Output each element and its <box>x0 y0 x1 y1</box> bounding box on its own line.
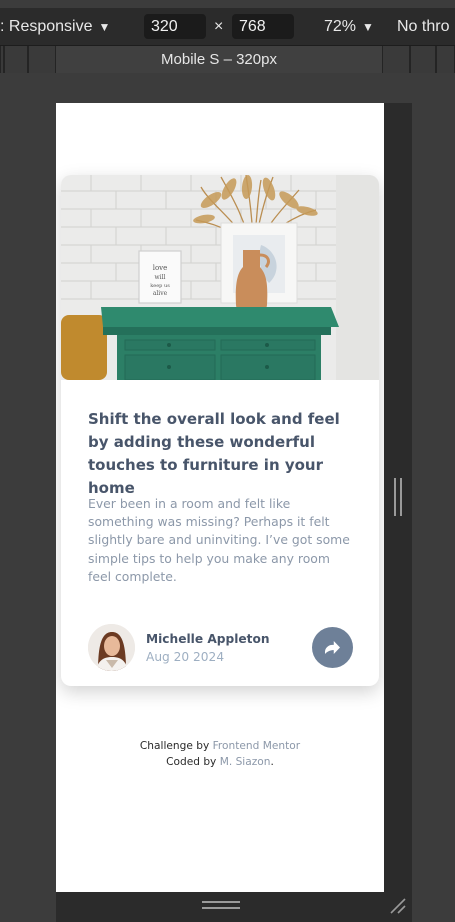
attribution-prefix: Challenge by <box>139 740 210 752</box>
height-input[interactable]: 768 <box>232 14 294 39</box>
dimensions-dropdown[interactable]: : Responsive ▼ <box>0 18 110 36</box>
author-name: Michelle Appleton <box>146 632 270 646</box>
caret-down-icon: ▼ <box>362 20 374 34</box>
share-button[interactable] <box>312 627 353 668</box>
caret-down-icon: ▼ <box>98 20 111 34</box>
dimensions-label: : Responsive <box>0 18 93 35</box>
preset-segment[interactable] <box>382 46 410 73</box>
zoom-dropdown[interactable]: 72% ▼ <box>324 18 374 36</box>
attribution-line-2: Coded by M. Siazon. <box>56 754 384 770</box>
vertical-resize-handle[interactable] <box>394 478 403 516</box>
preset-segment[interactable] <box>410 46 436 73</box>
device-preset-bar: Mobile S – 320px <box>0 46 455 73</box>
article-card: love will keep us alive Shift the overal… <box>61 175 379 686</box>
svg-text:will: will <box>155 274 166 281</box>
preset-segment[interactable] <box>436 46 455 73</box>
article-title: Shift the overall look and feel by addin… <box>88 410 340 497</box>
svg-text:alive: alive <box>153 290 168 297</box>
device-preset-label[interactable]: Mobile S – 320px <box>56 46 382 73</box>
device-viewport: love will keep us alive Shift the overal… <box>56 103 384 892</box>
attribution-prefix: Coded by <box>166 756 217 768</box>
share-icon <box>325 641 340 654</box>
attribution-suffix: . <box>270 756 274 768</box>
frontend-mentor-link[interactable]: Frontend Mentor <box>213 740 300 752</box>
svg-text:keep us: keep us <box>150 283 170 289</box>
corner-resize-grip-icon[interactable] <box>389 897 407 915</box>
attribution-line-1: Challenge by Frontend Mentor <box>56 738 384 754</box>
preset-segment[interactable] <box>28 46 56 73</box>
horizontal-resize-handle[interactable] <box>202 901 240 910</box>
zoom-label: 72% <box>324 18 357 35</box>
avatar <box>88 624 135 671</box>
svg-text:love: love <box>153 264 168 272</box>
preset-segment[interactable] <box>4 46 28 73</box>
throttling-dropdown[interactable]: No thro <box>397 18 449 36</box>
times-sign: × <box>214 18 224 35</box>
width-input[interactable]: 320 <box>144 14 206 39</box>
article-image: love will keep us alive <box>61 175 379 380</box>
article-description: Ever been in a room and felt like someth… <box>88 496 350 584</box>
devtools-toolbar: : Responsive ▼ 320 × 768 72% ▼ No thro <box>0 8 455 46</box>
attribution: Challenge by Frontend Mentor Coded by M.… <box>56 738 384 770</box>
author-link[interactable]: M. Siazon <box>220 756 271 768</box>
article-date: Aug 20 2024 <box>146 650 225 664</box>
